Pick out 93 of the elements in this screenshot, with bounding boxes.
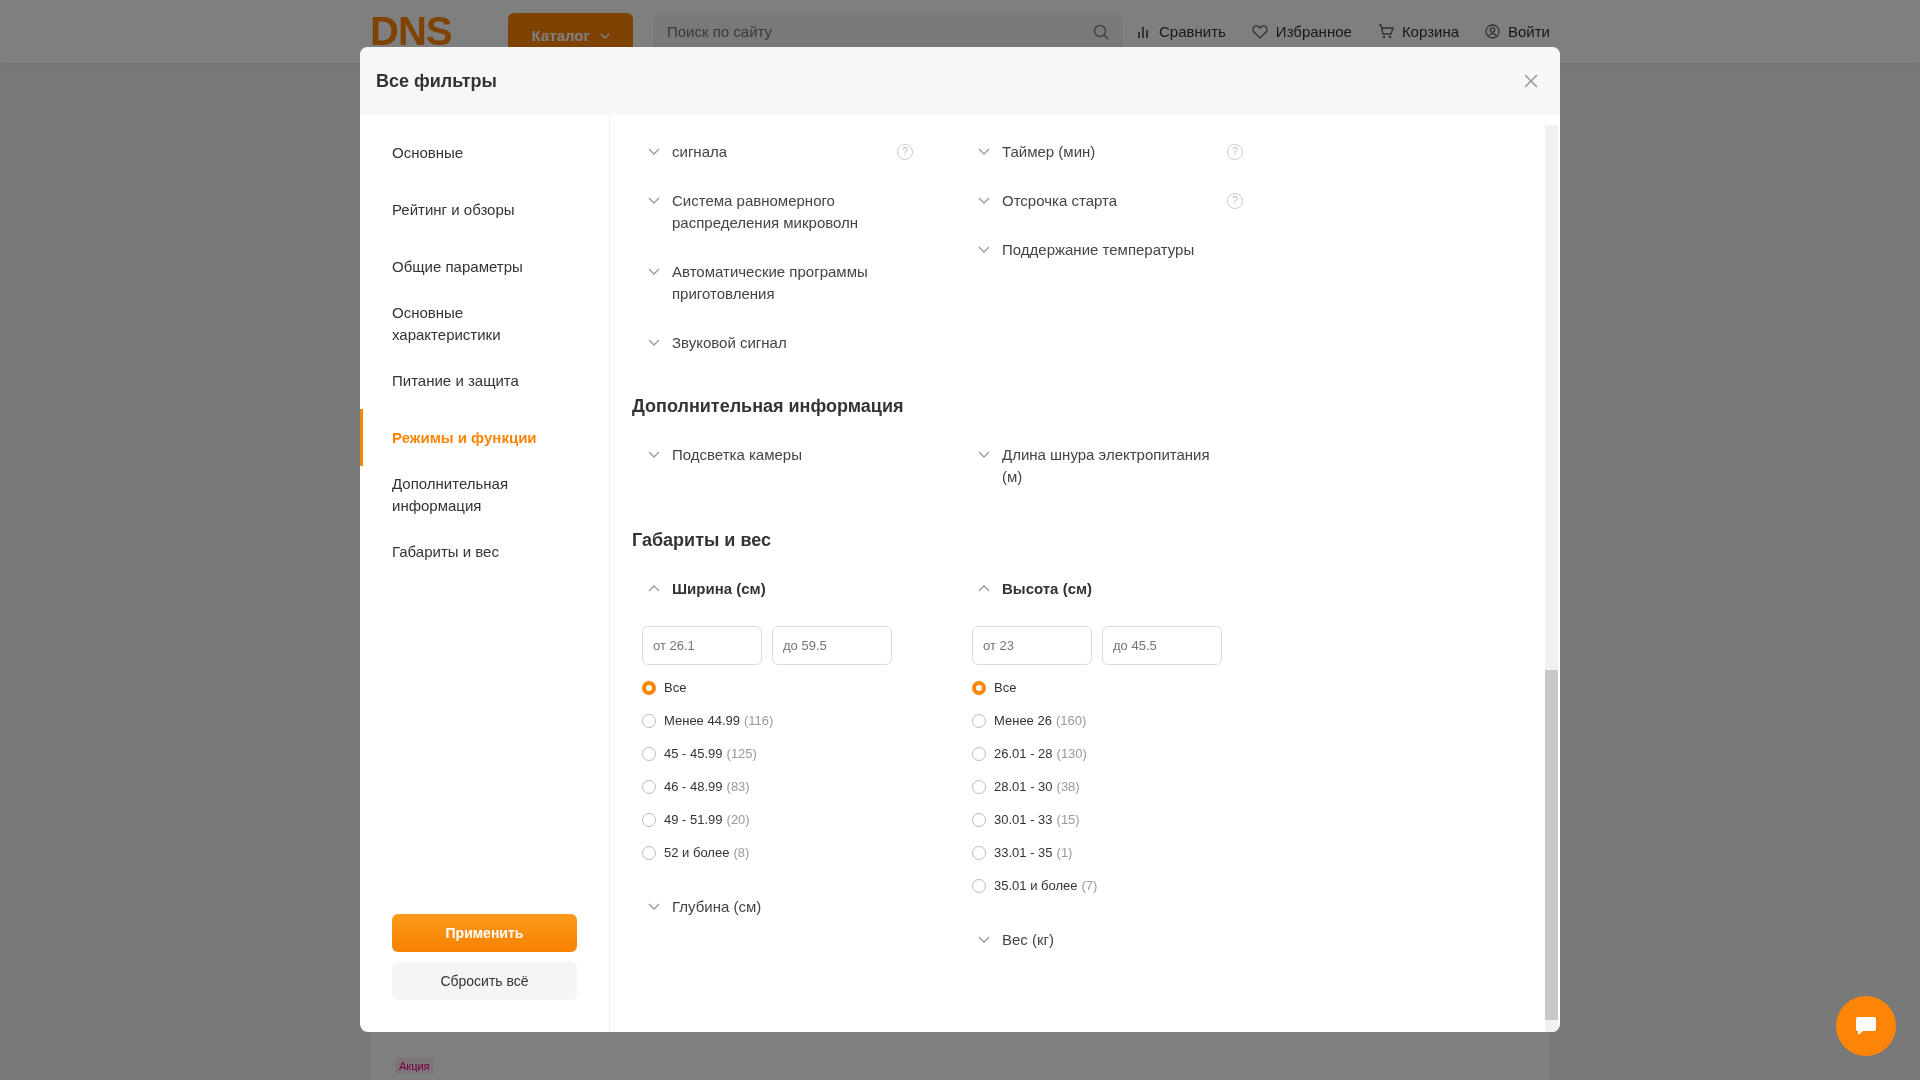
sidebar-item[interactable]: Дополнительная информация: [360, 466, 609, 523]
option-label[interactable]: 45 - 45.99: [664, 746, 723, 761]
radio-button[interactable]: [642, 713, 656, 728]
radio-button[interactable]: [972, 779, 986, 794]
option-count: (116): [744, 713, 774, 728]
user-icon: [1485, 24, 1500, 39]
filter-label[interactable]: Вес (кг): [1002, 929, 1243, 951]
chat-button[interactable]: [1836, 996, 1896, 1056]
sidebar-item[interactable]: Габариты и вес: [360, 523, 609, 580]
chevron-down-icon[interactable]: [648, 268, 660, 275]
radio-button[interactable]: [972, 878, 986, 893]
option-count: (15): [1056, 812, 1080, 827]
chevron-up-icon[interactable]: [978, 585, 990, 592]
radio-button[interactable]: [972, 746, 986, 761]
chevron-down-icon[interactable]: [978, 148, 990, 155]
radio-button[interactable]: [642, 812, 656, 827]
option-count: (130): [1056, 746, 1087, 761]
radio-button[interactable]: [972, 713, 986, 728]
radio-button[interactable]: [642, 845, 656, 860]
option-label[interactable]: Все: [664, 680, 687, 695]
filter-label[interactable]: Звуковой сигнал: [672, 332, 913, 354]
option-count: (160): [1055, 713, 1087, 728]
chevron-up-icon[interactable]: [648, 585, 660, 592]
section-heading: Дополнительная информация: [632, 396, 905, 417]
option-label[interactable]: 28.01 - 30: [994, 779, 1053, 794]
option-label[interactable]: 52 и более: [664, 845, 730, 860]
chevron-down-icon[interactable]: [978, 936, 990, 943]
radio-button[interactable]: [972, 812, 986, 827]
nav-link[interactable]: Войти: [1485, 23, 1550, 40]
filter-label[interactable]: сигнала: [672, 141, 885, 163]
filter-label[interactable]: Ширина (см): [672, 578, 913, 600]
sidebar-item[interactable]: Питание и защита: [360, 352, 609, 409]
option-count: (7): [1081, 878, 1098, 893]
reset-button[interactable]: Сбросить всё: [392, 962, 577, 1000]
radio-button[interactable]: [642, 779, 656, 794]
filter-label[interactable]: Автоматические программы приготовления: [672, 261, 913, 305]
range-input[interactable]: до 59.5: [772, 626, 892, 665]
option-label[interactable]: 30.01 - 33: [994, 812, 1053, 827]
sidebar-item[interactable]: Основные: [360, 124, 609, 181]
chevron-down-icon[interactable]: [648, 451, 660, 458]
nav-link[interactable]: Корзина: [1377, 23, 1459, 40]
filter-label[interactable]: Высота (см): [1002, 578, 1243, 600]
option-label[interactable]: Менее 44.99: [664, 713, 740, 728]
sidebar-item[interactable]: Основные характеристики: [360, 295, 609, 352]
option-count: (38): [1056, 779, 1080, 794]
filter-label[interactable]: Отсрочка старта: [1002, 190, 1215, 212]
option-label[interactable]: Менее 26: [994, 713, 1052, 728]
radio-button[interactable]: [972, 680, 986, 695]
chevron-down-icon[interactable]: [978, 246, 990, 253]
chat-icon: [1855, 1016, 1877, 1036]
section-heading: Габариты и вес: [632, 530, 773, 551]
radio-button[interactable]: [972, 845, 986, 860]
chevron-down-icon[interactable]: [648, 903, 660, 910]
option-count: (8): [733, 845, 750, 860]
promo-tag: Акция: [395, 1058, 434, 1074]
filter-label[interactable]: Глубина (см): [672, 896, 913, 918]
option-label[interactable]: 33.01 - 35: [994, 845, 1053, 860]
scrollbar-thumb[interactable]: [1545, 670, 1558, 1020]
filter-label[interactable]: Подсветка камеры: [672, 444, 913, 466]
radio-button[interactable]: [642, 746, 656, 761]
range-input[interactable]: от 23: [972, 626, 1092, 665]
chevron-down-icon[interactable]: [648, 197, 660, 204]
option-label[interactable]: 46 - 48.99: [664, 779, 723, 794]
sidebar-item[interactable]: Рейтинг и обзоры: [360, 181, 609, 238]
scrollbar[interactable]: [1545, 125, 1558, 1032]
option-count: (1): [1056, 845, 1073, 860]
option-count: (83): [726, 779, 750, 794]
close-icon[interactable]: [1524, 74, 1538, 88]
heart-icon: [1251, 24, 1268, 39]
option-count: (125): [726, 746, 757, 761]
sidebar-item[interactable]: Общие параметры: [360, 238, 609, 295]
option-label[interactable]: Все: [994, 680, 1017, 695]
chevron-down-icon[interactable]: [978, 197, 990, 204]
radio-button[interactable]: [642, 680, 656, 695]
nav-link[interactable]: Избранное: [1251, 23, 1352, 40]
filter-label[interactable]: Поддержание температуры: [1002, 239, 1243, 261]
filter-label[interactable]: Таймер (мин): [1002, 141, 1215, 163]
caret-icon: [599, 32, 610, 39]
option-label[interactable]: 26.01 - 28: [994, 746, 1053, 761]
option-label[interactable]: 35.01 и более: [994, 878, 1078, 893]
nav-link[interactable]: Сравнить: [1137, 23, 1226, 40]
chevron-down-icon[interactable]: [978, 451, 990, 458]
option-count: (20): [726, 812, 750, 827]
filter-label[interactable]: Система равномерного распределения микроволн: [672, 190, 913, 234]
cart-icon: [1377, 24, 1394, 39]
filter-label[interactable]: Длина шнура электропитания (м): [1002, 444, 1243, 488]
option-label[interactable]: 49 - 51.99: [664, 812, 723, 827]
dialog-title: Все фильтры: [376, 70, 497, 92]
range-input[interactable]: от 26.1: [642, 626, 762, 665]
chevron-down-icon[interactable]: [648, 148, 660, 155]
range-input[interactable]: до 45.5: [1102, 626, 1222, 665]
bar-chart-icon: [1137, 24, 1151, 39]
chevron-down-icon[interactable]: [648, 339, 660, 346]
